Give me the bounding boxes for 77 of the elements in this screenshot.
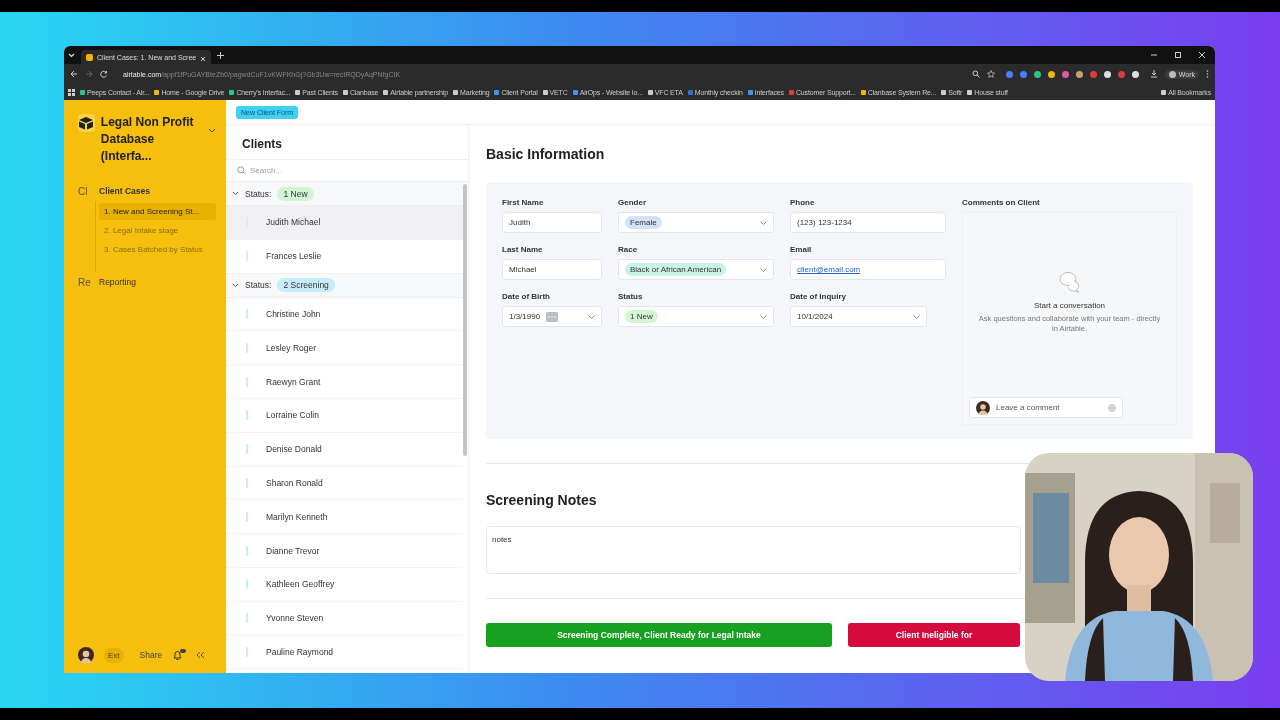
group-label: Status: [245,188,272,199]
text-field[interactable]: Judith [502,212,602,233]
client-row[interactable]: Judith Michael [226,206,463,240]
field-label: Last Name [502,245,544,254]
reload-icon[interactable] [100,70,108,78]
app-icon [86,53,93,61]
field-label: Date of Inquiry [790,292,847,301]
action-button[interactable]: Client Ineligible for [848,623,1020,647]
date-field[interactable]: 10/1/2024 [790,306,927,327]
new-tab-icon[interactable] [217,51,225,59]
group-label: Status: [245,280,272,291]
client-row[interactable]: Sharon Ronald [226,466,463,501]
menu-icon[interactable] [1206,70,1209,78]
base-logo-icon [78,114,95,132]
client-row[interactable]: Pauline Raymond [226,635,463,670]
chat-bubbles-icon [1057,270,1082,293]
section-heading: Basic Information [486,146,606,162]
client-row[interactable]: Denise Donald [226,432,463,467]
client-row[interactable]: Dianne Trevor [226,534,463,568]
email-link[interactable]: client@email.com [797,265,861,274]
field-label: Comments on Client [962,198,1041,207]
chevron-down-icon [760,220,767,225]
ext-button[interactable]: Ext [104,647,124,663]
empty-state-title: Start a conversation [1033,300,1106,310]
back-icon[interactable] [70,70,78,78]
search-icon[interactable] [971,70,980,78]
chevron-down-icon[interactable] [232,191,239,196]
email-field[interactable]: client@email.com [790,259,946,280]
apps-icon[interactable] [68,88,75,96]
text-field[interactable]: (123) 123-1234 [790,212,946,233]
date-field[interactable]: 1/3/1990 [502,306,602,327]
field-label: Status [618,292,644,301]
download-icon[interactable] [1149,70,1158,78]
collapse-icon[interactable] [196,651,206,659]
status-tag: 1 New [277,186,314,201]
star-icon[interactable] [986,70,995,78]
option-tag: Black or African American [625,263,727,276]
nav-section[interactable]: Reporting [99,277,136,287]
field-label: Phone [790,198,816,207]
field-label: First Name [502,198,545,207]
chevron-down-icon [760,267,767,272]
section-initials: Cl [78,185,89,197]
avatar-icon [976,400,990,415]
scrollbar-thumb[interactable] [463,184,467,456]
select-field[interactable]: Black or African American [618,259,774,280]
nav-section[interactable]: Client Cases [99,186,151,196]
base-name[interactable]: Legal Non Profit Database (Interfa... [100,114,202,165]
select-field[interactable]: Female [618,212,774,233]
field-label: Race [618,245,639,254]
option-tag: Female [625,216,662,229]
notification-bell-icon[interactable] [172,649,187,661]
text-field[interactable]: Michael [502,259,602,280]
client-row[interactable]: Yvonne Steven [226,601,463,636]
tab-list-icon[interactable] [68,52,75,58]
option-tag: 1 New [625,310,658,323]
select-field[interactable]: 1 New [618,306,774,327]
chevron-down-icon [760,314,767,319]
chevron-down-icon [913,314,920,319]
chevron-down-icon[interactable] [208,128,216,133]
share-button[interactable]: Share [139,650,163,660]
client-row[interactable]: Kathleen Geoffrey [226,567,463,602]
client-row[interactable]: Marilyn Kenneth [226,500,463,535]
search-icon [237,166,246,175]
field-label: Date of Birth [502,292,551,301]
avatar-icon[interactable] [78,647,94,663]
status-tag: 2 Screening [277,278,335,293]
field-label: Gender [618,198,647,207]
section-heading: Screening Notes [486,492,598,508]
forward-icon[interactable] [85,70,93,78]
notes-field[interactable]: notes [486,526,1021,574]
chevron-down-icon [588,314,595,319]
comment-field[interactable]: Leave a comment [969,397,1123,418]
nav-item[interactable]: 1. New and Screening St... [99,203,216,220]
section-initials: Re [78,276,90,288]
list-title: Clients [226,125,468,160]
chevron-down-icon[interactable] [232,282,239,288]
field-label: Email [790,245,813,254]
